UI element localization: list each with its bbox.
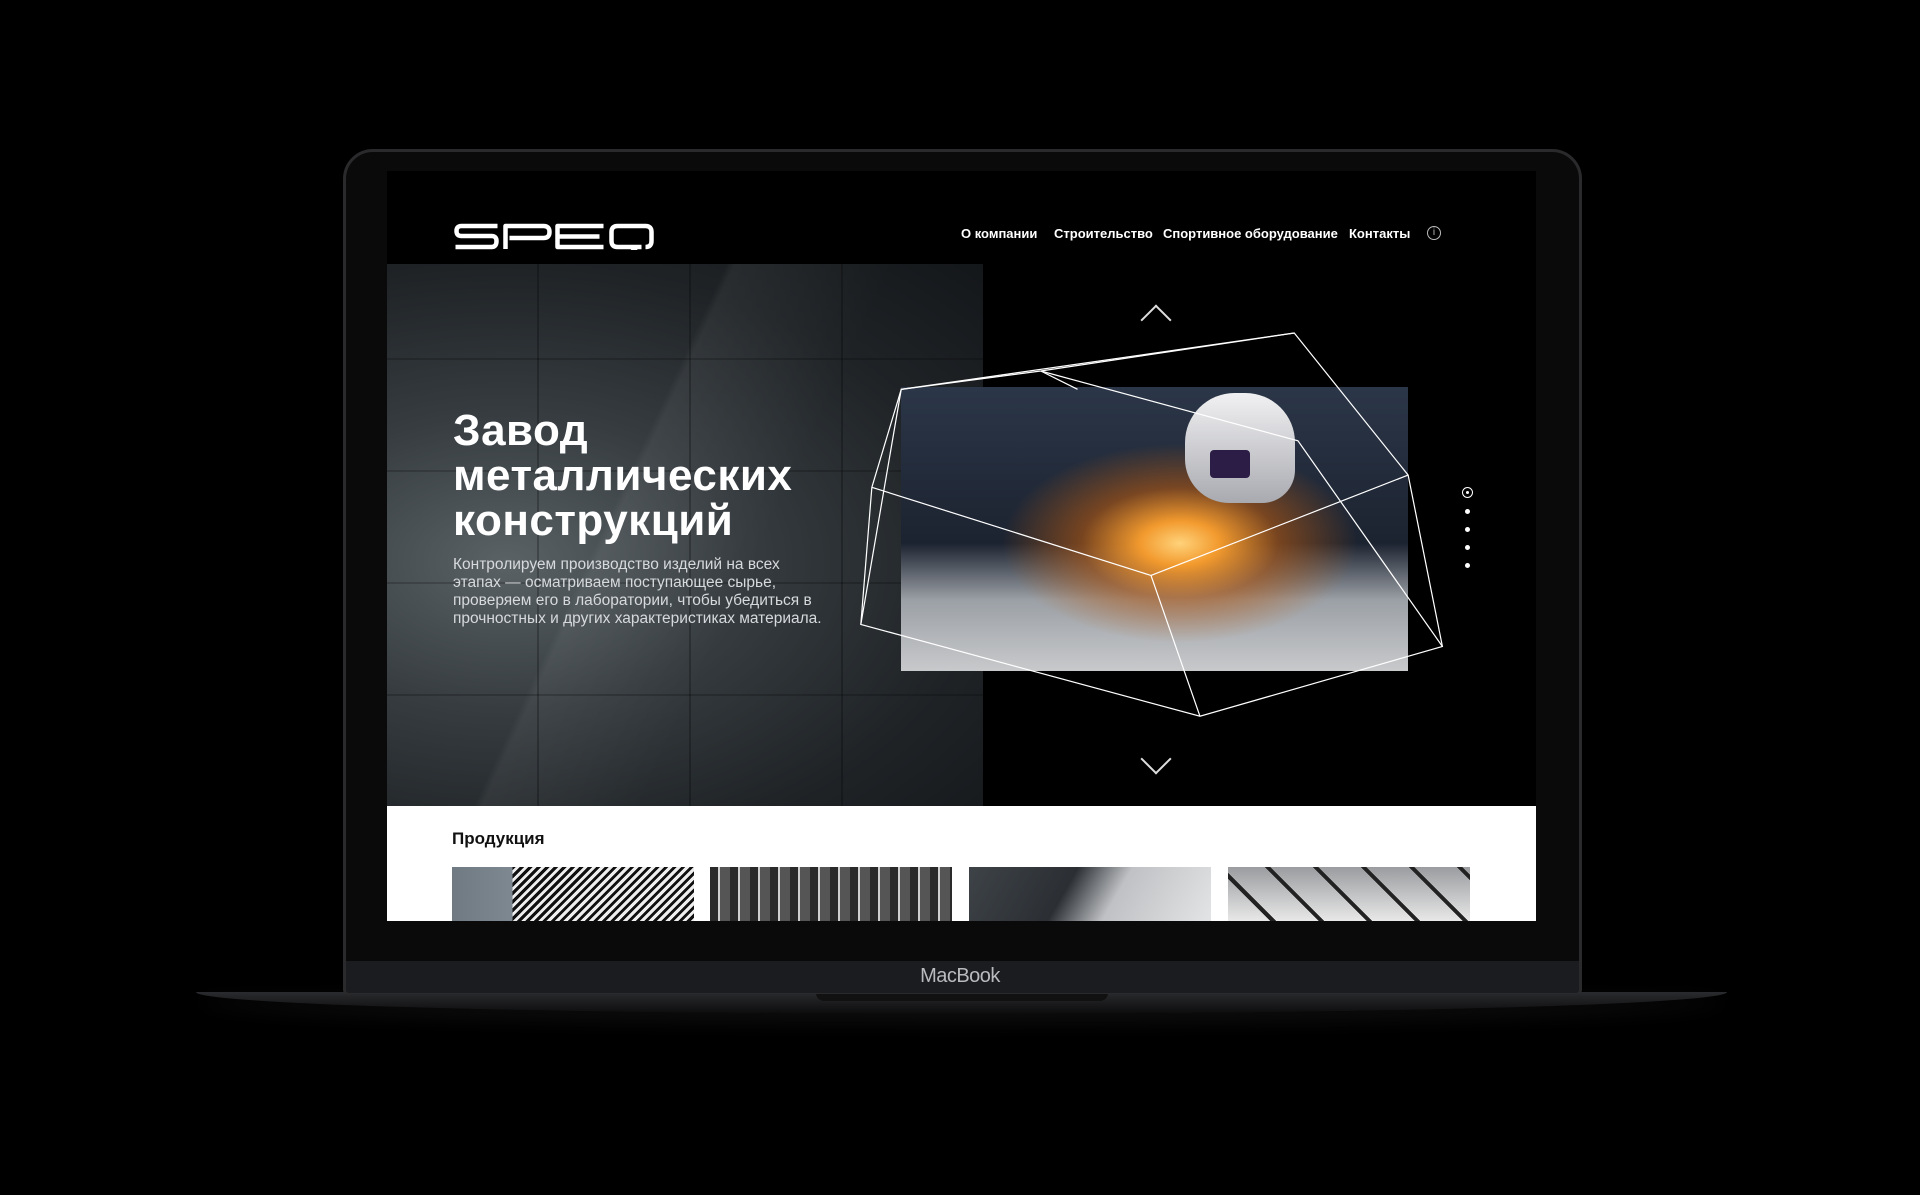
nav-contacts[interactable]: Контакты: [1349, 226, 1410, 241]
product-thumb-suspended-panels[interactable]: [710, 867, 952, 921]
welder-helmet: [1185, 393, 1295, 503]
nav-sports-equipment[interactable]: Спортивное оборудование: [1163, 226, 1338, 241]
slider-dot[interactable]: [1465, 563, 1470, 568]
products-heading: Продукция: [452, 829, 545, 848]
welding-sparks-photo: [901, 387, 1408, 671]
product-thumb-steel-truss[interactable]: [1228, 867, 1470, 921]
slider-dot[interactable]: [1465, 545, 1470, 550]
hero-title: Завод металлических конструкций: [453, 408, 792, 543]
hero-description: Контролируем производство изделий на все…: [453, 556, 822, 627]
macbook-label: MacBook: [920, 965, 1000, 987]
nav-construction[interactable]: Строительство: [1054, 226, 1153, 241]
speq-logo[interactable]: [453, 223, 654, 250]
title-line: металлических: [453, 451, 793, 500]
nav-about[interactable]: О компании: [961, 226, 1037, 241]
slider-dot[interactable]: [1465, 527, 1470, 532]
slider-dot[interactable]: [1465, 509, 1470, 514]
title-line: конструкций: [453, 496, 734, 545]
welder-visor: [1210, 450, 1250, 478]
product-thumb-glass-facade[interactable]: [969, 867, 1211, 921]
product-thumb-striped-facade[interactable]: [452, 867, 694, 921]
title-line: Завод: [453, 406, 589, 455]
slider-dot-active[interactable]: [1462, 487, 1473, 498]
info-icon[interactable]: i: [1427, 226, 1441, 240]
